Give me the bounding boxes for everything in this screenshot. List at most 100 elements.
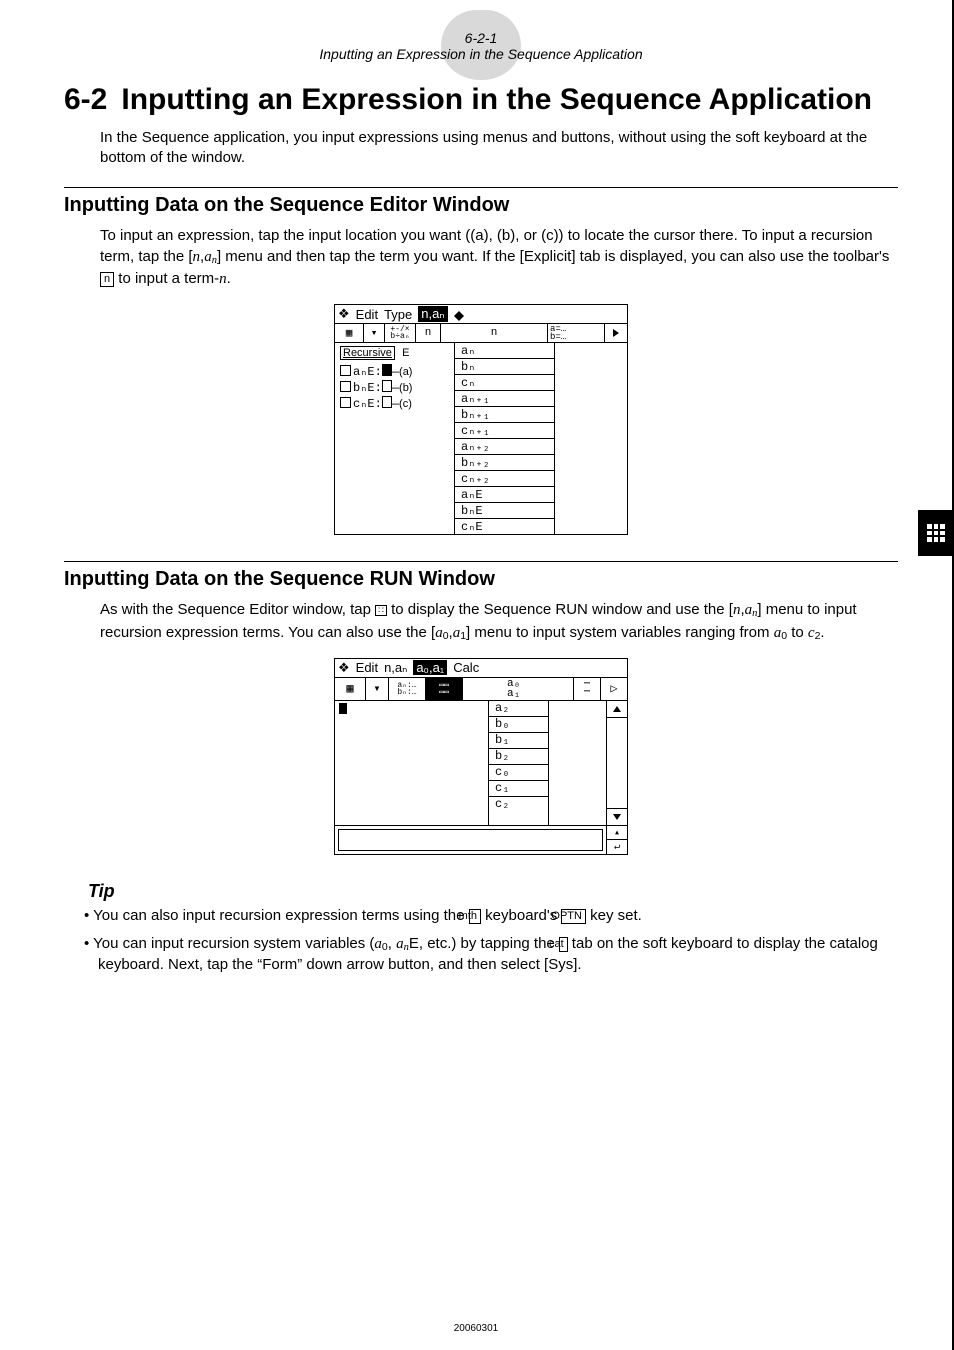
menu-nan[interactable]: n,aₙ	[384, 660, 407, 676]
tool-n-button[interactable]: n	[416, 324, 441, 342]
checkbox-icon[interactable]	[340, 365, 351, 376]
tool-icon[interactable]: ▦	[335, 678, 366, 700]
checkbox-icon[interactable]	[340, 381, 351, 392]
page: 6-2-1 Inputting an Expression in the Seq…	[0, 0, 954, 1350]
cursor-icon	[382, 364, 392, 376]
menu-type[interactable]: Type	[384, 307, 412, 322]
chapter-heading: 6-2 Inputting an Expression in the Seque…	[64, 82, 898, 118]
text: .	[820, 624, 824, 641]
tab-explicit-e[interactable]: E	[402, 347, 409, 359]
checkbox-icon[interactable]	[340, 397, 351, 408]
dropdown-item[interactable]: b₀	[489, 717, 548, 733]
tool-dropdown-icon[interactable]: ▾	[366, 678, 389, 700]
var: a	[745, 602, 753, 618]
inputbar-buttons: ▴ ↵	[606, 826, 627, 854]
section1-heading: Inputting Data on the Sequence Editor Wi…	[64, 194, 898, 217]
input-row-b[interactable]: bₙE:―(b)	[340, 380, 449, 396]
dropdown-item[interactable]: bₙ₊₁	[455, 407, 554, 423]
tool-scroll-right-icon[interactable]: ▷	[601, 678, 627, 700]
fig1-body: Recursive E aₙE:―(a) bₙE:―(b) cₙE:―(c) a…	[335, 343, 627, 534]
text: ] menu to input system variables ranging…	[466, 624, 774, 641]
dropdown-item[interactable]: a₂	[489, 701, 548, 717]
menu-nan[interactable]: n,aₙ	[418, 306, 447, 322]
var-n: n	[193, 249, 201, 265]
tip-item: You can also input recursion expression …	[84, 906, 898, 926]
tool-ab-icon[interactable]: a=… b=…	[548, 324, 605, 342]
tool-icon[interactable]: ▦	[335, 324, 364, 342]
section1-body: To input an expression, tap the input lo…	[100, 225, 898, 291]
menu-edit[interactable]: Edit	[356, 307, 378, 322]
menu-calc[interactable]: Calc	[453, 660, 479, 675]
figure2: ❖ Edit n,aₙ a₀,a₁ Calc ▦ ▾ aₙ:…bₙ:… ▭▭▭▭…	[334, 658, 628, 855]
header-number: 6-2-1	[64, 30, 898, 46]
menu-a0a1[interactable]: a₀,a₁	[413, 660, 447, 675]
var: a	[374, 936, 382, 952]
chapter-title: Inputting an Expression in the Sequence …	[121, 82, 898, 118]
text: .	[227, 270, 231, 287]
dropdown-item[interactable]: b₂	[489, 749, 548, 765]
footer-date: 20060301	[0, 1323, 952, 1334]
text: , etc.) by tapping the	[419, 935, 559, 952]
input-row-a[interactable]: aₙE:―(a)	[340, 364, 449, 380]
annotation-b: (b)	[399, 382, 412, 394]
dropdown-item[interactable]: b₁	[489, 733, 548, 749]
label: cₙE:	[353, 397, 382, 411]
fig2-input-area[interactable]	[335, 701, 489, 825]
label: aₙE:	[353, 365, 382, 379]
tool-arrow-right-icon[interactable]	[605, 324, 627, 342]
dropdown-item[interactable]: c₂	[489, 797, 548, 812]
grid-icon	[927, 524, 945, 542]
text: key set.	[586, 907, 642, 924]
empty-box-icon	[382, 380, 392, 392]
tool-dots-icon[interactable]: ⋯⋯	[574, 678, 601, 700]
fig1-dropdown: aₙ bₙ cₙ aₙ₊₁ bₙ₊₁ cₙ₊₁ aₙ₊₂ bₙ₊₂ cₙ₊₂ a…	[455, 343, 555, 534]
tool-frac-icon[interactable]: +-/×b÷aₙ	[385, 324, 416, 342]
chapter-number: 6-2	[64, 82, 107, 118]
dropdown-item[interactable]: cₙ₊₁	[455, 423, 554, 439]
scroll-down-icon[interactable]	[607, 808, 627, 825]
enter-small-icon[interactable]: ↵	[607, 840, 627, 854]
settings-icon[interactable]: ❖	[338, 660, 350, 676]
tip-heading: Tip	[88, 881, 898, 902]
fig2-scrollbar	[607, 701, 627, 825]
dropdown-item[interactable]: cₙ₊₂	[455, 471, 554, 487]
dropdown-item[interactable]: aₙ₊₂	[455, 439, 554, 455]
dropdown-item[interactable]: bₙE	[455, 503, 554, 519]
dropdown-item[interactable]: cₙ	[455, 375, 554, 391]
scroll-up-small-icon[interactable]: ▴	[607, 826, 627, 841]
scroll-track[interactable]	[607, 718, 627, 808]
dropdown-item[interactable]: c₁	[489, 781, 548, 797]
figure1-wrap: ❖ Edit Type n,aₙ ▦ ▾ +-/×b÷aₙ n n a=… b=…	[64, 304, 898, 535]
input-row-c[interactable]: cₙE:―(c)	[340, 396, 449, 412]
input-field[interactable]	[338, 829, 603, 851]
annotation-a: (a)	[399, 366, 412, 378]
tool-dropdown-icon[interactable]: ▾	[364, 324, 385, 342]
dd-top-item[interactable]: a₁	[507, 689, 569, 699]
menu-edit[interactable]: Edit	[356, 660, 378, 675]
var: a	[435, 625, 443, 641]
header-title: Inputting an Expression in the Sequence …	[64, 46, 898, 62]
dropdown-item[interactable]: aₙ₊₁	[455, 391, 554, 407]
page-header: 6-2-1 Inputting an Expression in the Seq…	[64, 30, 898, 62]
dropdown-item[interactable]: aₙ	[455, 343, 554, 359]
diamond-icon[interactable]	[454, 306, 464, 316]
dropdown-item[interactable]: bₙ₊₂	[455, 455, 554, 471]
label: bₙE:	[353, 381, 382, 395]
tool-anbn-icon[interactable]: aₙ:…bₙ:…	[389, 678, 426, 700]
dropdown-header-n[interactable]: n	[441, 324, 548, 342]
dropdown-item[interactable]: bₙ	[455, 359, 554, 375]
dropdown-item[interactable]: cₙE	[455, 519, 554, 534]
tip-list: You can also input recursion expression …	[84, 906, 898, 976]
fig2-body: a₂ b₀ b₁ b₂ c₀ c₁ c₂	[335, 701, 627, 825]
empty-box-icon	[382, 396, 392, 408]
scroll-up-icon[interactable]	[607, 701, 627, 718]
tab-recursive[interactable]: Recursive	[340, 346, 395, 360]
dropdown-header: a₀ a₁	[463, 678, 574, 700]
settings-icon[interactable]: ❖	[338, 306, 350, 322]
side-tab-icon[interactable]	[918, 510, 954, 556]
fig1-left-panel: Recursive E aₙE:―(a) bₙE:―(b) cₙE:―(c)	[335, 343, 455, 534]
toolbar-n-key: n	[100, 272, 114, 287]
tool-sys-icon[interactable]: ▭▭▭▭	[426, 678, 463, 700]
dropdown-item[interactable]: aₙE	[455, 487, 554, 503]
dropdown-item[interactable]: c₀	[489, 765, 548, 781]
